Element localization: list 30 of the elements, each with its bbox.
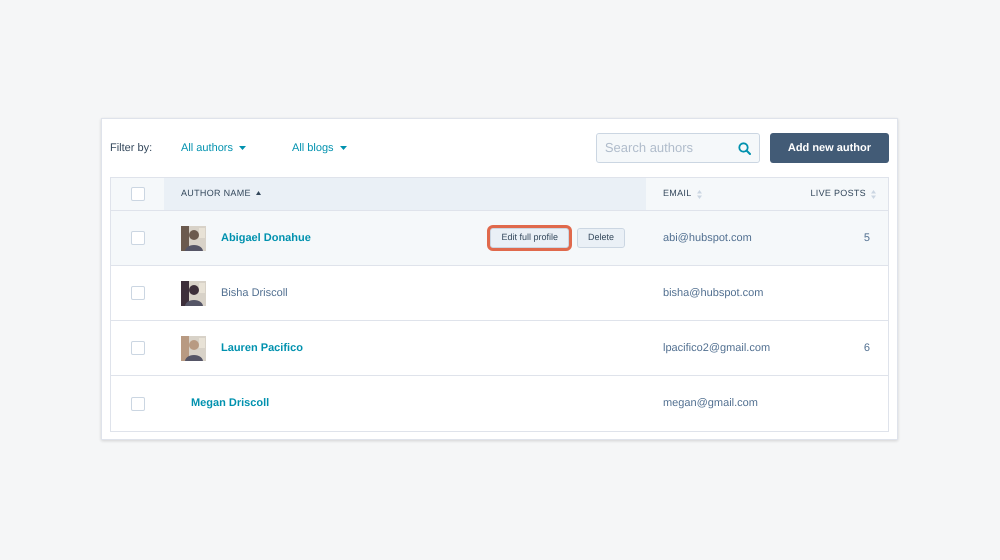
live-posts-cell-text: 6 [864,340,870,356]
checkbox[interactable] [130,396,144,410]
caret-icon [238,146,246,150]
checkbox[interactable] [130,286,144,300]
author-name: Bisha Driscoll [221,286,288,301]
email-cell-text: lpacifico2@gmail.com [662,340,772,356]
author-link[interactable]: Abigael Donahue [221,230,311,246]
checkbox[interactable] [130,187,144,201]
search-field[interactable]: Search authors [596,133,760,163]
checkbox[interactable] [130,231,144,245]
search-icon [738,142,751,154]
filter-label: Filter by: [110,140,154,156]
add-author-button[interactable]: Add new author [770,133,889,163]
caret-icon [340,146,347,150]
email-cell-text: megan@gmail.com [662,396,759,412]
filter-dropdown[interactable]: All blogs [292,140,347,156]
table-row[interactable]: Abigael Donahue Edit full profile Delete abi@hubspot.com 5 [111,211,888,266]
email-cell-text: abi@hubspot.com [662,230,753,246]
live-posts-cell-text: 5 [864,230,870,246]
column-header[interactable]: EMAIL [663,187,692,201]
author-link[interactable]: Megan Driscoll [191,395,270,412]
edit-profile-button[interactable]: Edit full profile [490,228,569,248]
author-link[interactable]: Lauren Pacifico [221,340,303,356]
email-cell-text: bisha@hubspot.com [662,286,764,301]
checkbox[interactable] [130,341,144,355]
filter-dropdown[interactable]: All authors [181,140,246,156]
column-header[interactable]: LIVE POSTS [810,187,866,201]
column-header[interactable]: AUTHOR NAME [181,187,251,201]
search-input: Search authors [604,138,738,158]
delete-button[interactable]: Delete [576,228,625,248]
